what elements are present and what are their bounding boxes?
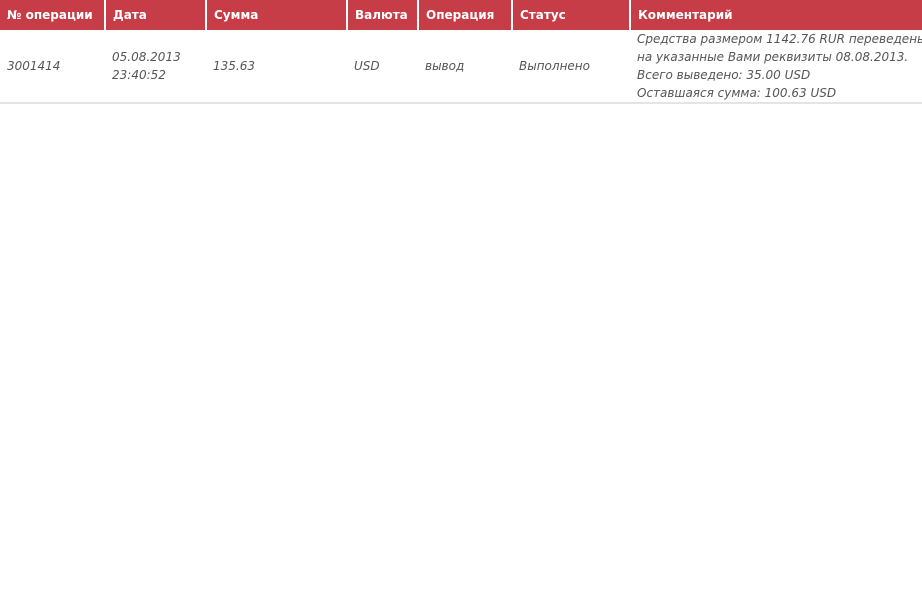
column-header-comment: Комментарий: [630, 0, 922, 30]
table-row: 3001414 05.08.2013 23:40:52 135.63 USD в…: [0, 30, 922, 104]
operation-cell: вывод: [418, 30, 512, 104]
status-cell: Выполнено: [512, 30, 630, 104]
operation-number-cell: 3001414: [0, 30, 105, 104]
column-header-operation: Операция: [418, 0, 513, 30]
column-header-currency: Валюта: [347, 0, 419, 30]
comment-line: на указанные Вами реквизиты 08.08.2013.: [637, 50, 909, 64]
column-header-amount: Сумма: [206, 0, 348, 30]
date-cell: 05.08.2013 23:40:52: [105, 30, 206, 104]
time-value: 23:40:52: [112, 68, 166, 82]
comment-line: Всего выведено: 35.00 USD: [637, 68, 811, 82]
currency-cell: USD: [347, 30, 418, 104]
table-header-row: № операции Дата Сумма Валюта Операция Ст…: [0, 0, 922, 30]
column-header-date: Дата: [105, 0, 207, 30]
comment-cell: Средства размером 1142.76 RUR переведены…: [630, 30, 922, 104]
amount-cell: 135.63: [206, 30, 347, 104]
column-header-operation-number: № операции: [0, 0, 106, 30]
column-header-status: Статус: [512, 0, 631, 30]
comment-line: Оставшаяся сумма: 100.63 USD: [637, 86, 837, 100]
date-value: 05.08.2013: [112, 50, 181, 64]
operations-table: № операции Дата Сумма Валюта Операция Ст…: [0, 0, 922, 104]
comment-line: Средства размером 1142.76 RUR переведены: [637, 32, 922, 46]
